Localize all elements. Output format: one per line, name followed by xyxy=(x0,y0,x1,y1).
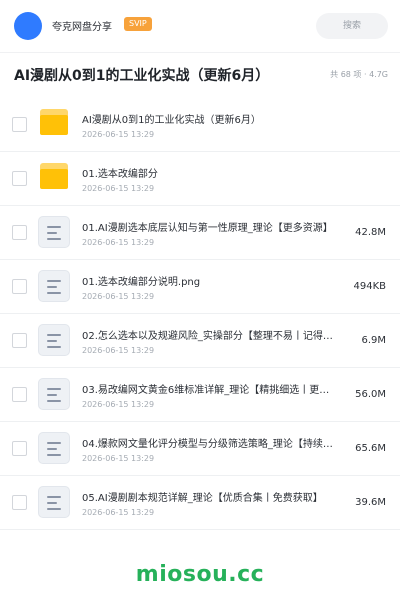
file-date: 2026-06-15 13:29 xyxy=(82,346,155,355)
file-row[interactable]: 01.选本改编部分说明.png 2026-06-15 13:29 494KB xyxy=(0,260,400,314)
svip-badge: SVIP xyxy=(124,17,152,31)
file-date: 2026-06-15 13:29 xyxy=(82,238,155,247)
file-date: 2026-06-15 13:29 xyxy=(82,130,155,139)
file-name[interactable]: 04.爆款网文量化评分模型与分级筛选策略_理论【持续更新】 xyxy=(82,435,338,450)
row-checkbox[interactable] xyxy=(12,117,27,132)
document-icon xyxy=(38,270,70,302)
file-row[interactable]: 05.AI漫剧剧本规范详解_理论【优质合集丨免费获取】 2026-06-15 13… xyxy=(0,476,400,530)
folder-icon xyxy=(40,109,68,135)
file-row[interactable]: 04.爆款网文量化评分模型与分级筛选策略_理论【持续更新】 2026-06-15 … xyxy=(0,422,400,476)
row-checkbox[interactable] xyxy=(12,225,27,240)
document-icon xyxy=(38,486,70,518)
file-list: AI漫剧从0到1的工业化实战（更新6月） 2026-06-15 13:29 01.选… xyxy=(0,98,400,530)
row-checkbox[interactable] xyxy=(12,333,27,348)
file-row[interactable]: AI漫剧从0到1的工业化实战（更新6月） 2026-06-15 13:29 xyxy=(0,98,400,152)
document-icon xyxy=(38,432,70,464)
file-date: 2026-06-15 13:29 xyxy=(82,508,155,517)
file-size: 65.6M xyxy=(355,443,386,454)
document-icon xyxy=(38,378,70,410)
file-row[interactable]: 03.易改编网文黄金6维标准详解_理论【精挑细选丨更多】 2026-06-15 1… xyxy=(0,368,400,422)
share-page: 夸克网盘分享 SVIP 搜索 AI漫剧从0到1的工业化实战（更新6月） 共 68… xyxy=(0,0,400,600)
document-icon xyxy=(38,324,70,356)
avatar[interactable] xyxy=(14,12,42,40)
document-icon xyxy=(38,216,70,248)
file-date: 2026-06-15 13:29 xyxy=(82,400,155,409)
row-checkbox[interactable] xyxy=(12,279,27,294)
row-checkbox[interactable] xyxy=(12,387,27,402)
file-row[interactable]: 01.AI漫剧选本底层认知与第一性原理_理论【更多资源】 2026-06-15 1… xyxy=(0,206,400,260)
top-header: 夸克网盘分享 SVIP 搜索 xyxy=(0,0,400,53)
file-size: 42.8M xyxy=(355,227,386,238)
file-size: 56.0M xyxy=(355,389,386,400)
file-date: 2026-06-15 13:29 xyxy=(82,454,155,463)
file-size: 6.9M xyxy=(361,335,386,346)
file-row[interactable]: 01.选本改编部分 2026-06-15 13:29 xyxy=(0,152,400,206)
file-row[interactable]: 02.怎么选本以及规避风险_实操部分【整理不易丨记得收藏】 2026-06-15 … xyxy=(0,314,400,368)
file-name[interactable]: 01.选本改编部分说明.png xyxy=(82,273,338,288)
row-checkbox[interactable] xyxy=(12,171,27,186)
file-count-size: 共 68 项 · 4.7G xyxy=(330,70,388,79)
title-bar: AI漫剧从0到1的工业化实战（更新6月） 共 68 项 · 4.7G xyxy=(0,52,400,99)
file-name[interactable]: 01.AI漫剧选本底层认知与第一性原理_理论【更多资源】 xyxy=(82,219,338,234)
row-checkbox[interactable] xyxy=(12,441,27,456)
file-name[interactable]: AI漫剧从0到1的工业化实战（更新6月） xyxy=(82,111,338,126)
file-name[interactable]: 01.选本改编部分 xyxy=(82,165,338,180)
file-date: 2026-06-15 13:29 xyxy=(82,292,155,301)
file-name[interactable]: 02.怎么选本以及规避风险_实操部分【整理不易丨记得收藏】 xyxy=(82,327,338,342)
file-date: 2026-06-15 13:29 xyxy=(82,184,155,193)
folder-icon xyxy=(40,163,68,189)
brand-name: 夸克网盘分享 xyxy=(52,22,112,33)
file-name[interactable]: 05.AI漫剧剧本规范详解_理论【优质合集丨免费获取】 xyxy=(82,489,338,504)
row-checkbox[interactable] xyxy=(12,495,27,510)
file-name[interactable]: 03.易改编网文黄金6维标准详解_理论【精挑细选丨更多】 xyxy=(82,381,338,396)
search-button[interactable]: 搜索 xyxy=(316,13,388,39)
file-size: 39.6M xyxy=(355,497,386,508)
watermark: miosou.cc xyxy=(135,562,265,587)
page-title: AI漫剧从0到1的工业化实战（更新6月） xyxy=(14,68,270,84)
file-size: 494KB xyxy=(353,281,386,292)
